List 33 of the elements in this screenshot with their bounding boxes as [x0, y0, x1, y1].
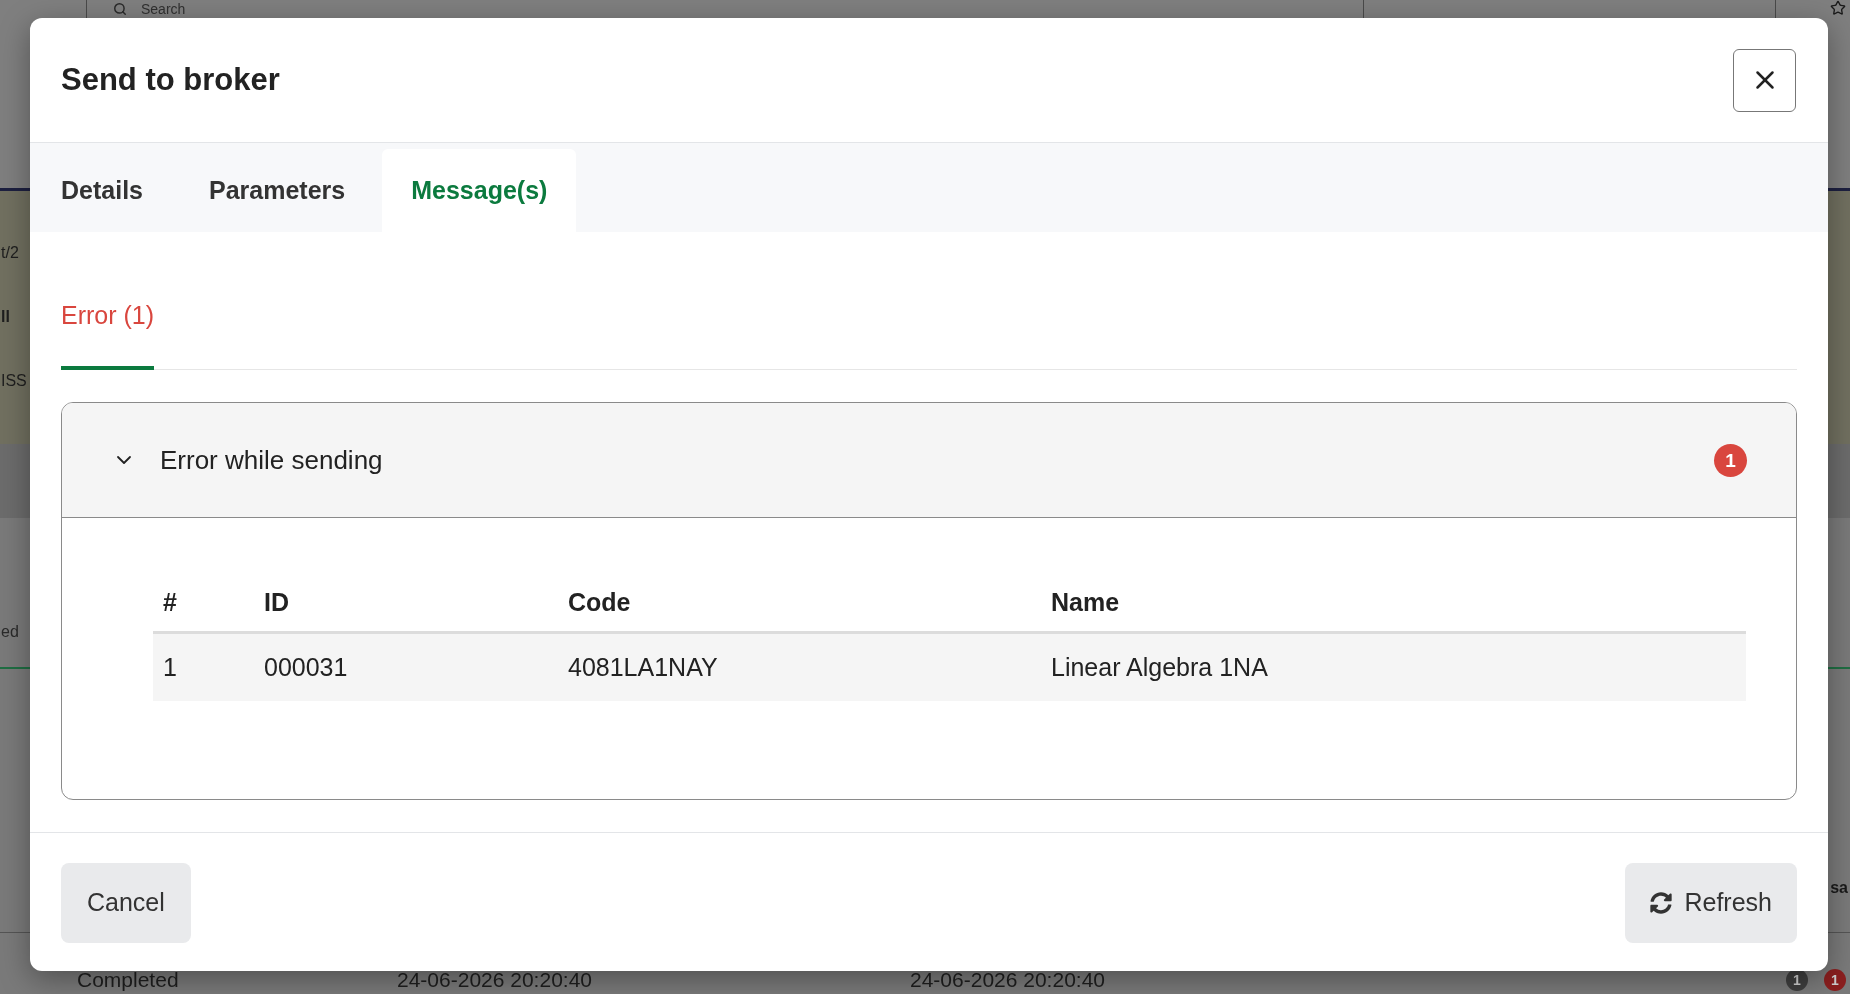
- column-header: Name: [1051, 587, 1120, 616]
- table-cell: Linear Algebra 1NA: [1051, 652, 1268, 681]
- table-cell: 24-06-2026 20:20:40: [910, 968, 1105, 991]
- cancel-button[interactable]: Cancel: [61, 863, 191, 943]
- column-header: #: [163, 587, 177, 616]
- tab[interactable]: Error (1): [61, 300, 155, 370]
- star-icon[interactable]: [1830, 0, 1846, 16]
- column-header: ID: [264, 587, 289, 616]
- table-cell: 4081LA1NAY: [568, 652, 718, 681]
- page-text: ISS: [1, 371, 27, 391]
- search-icon: [113, 2, 127, 16]
- table-cell: 1: [163, 652, 177, 681]
- table-cell: 24-06-2026 20:20:40: [397, 968, 592, 991]
- count-badge: 1: [1786, 969, 1808, 991]
- page-text: ed: [1, 622, 19, 640]
- column-header: Code: [568, 587, 631, 616]
- search-field[interactable]: Search: [141, 1, 341, 17]
- table-cell: 000031: [264, 652, 348, 681]
- page-text: t/2: [1, 243, 19, 263]
- refresh-icon: [1650, 892, 1673, 914]
- dialog-title: Send to broker: [61, 61, 280, 99]
- count-badge: 1: [1824, 969, 1846, 991]
- refresh-button[interactable]: Refresh: [1625, 863, 1797, 943]
- tab[interactable]: Message(s): [382, 149, 577, 232]
- page-text: ll: [1, 307, 10, 327]
- group-title: Error while sending: [160, 444, 383, 476]
- accordion-header[interactable]: Error while sending 1: [62, 403, 1796, 518]
- page-text: sa: [1830, 878, 1848, 899]
- table-cell: Completed: [77, 968, 179, 991]
- tab[interactable]: Details: [32, 149, 172, 232]
- close-button[interactable]: [1733, 48, 1796, 112]
- count-badge: 1: [1714, 443, 1747, 477]
- tab[interactable]: Parameters: [180, 149, 375, 232]
